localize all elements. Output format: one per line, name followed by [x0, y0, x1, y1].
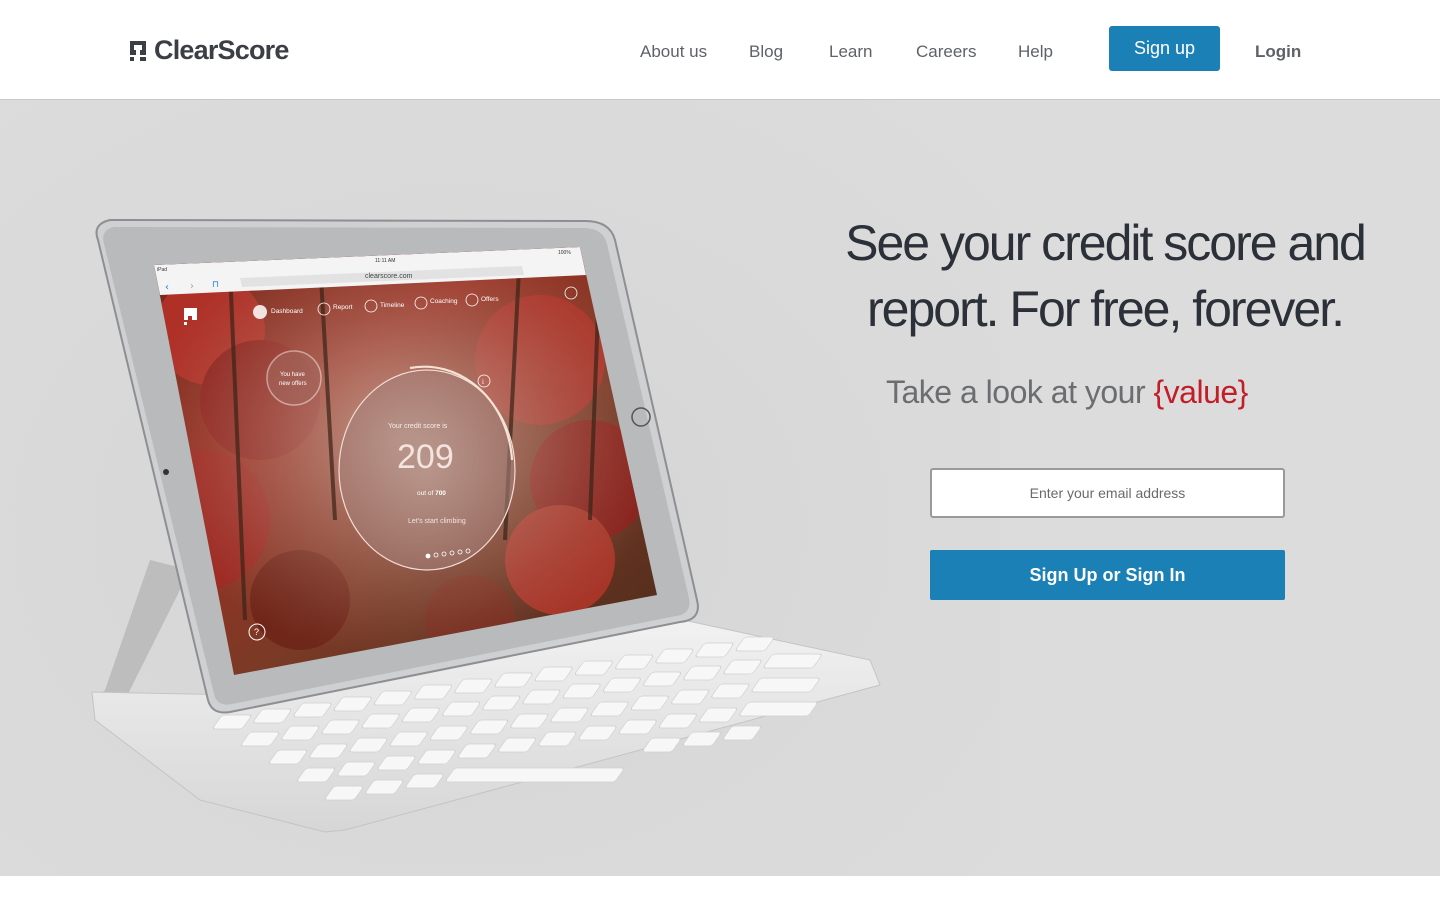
status-right: 100%: [558, 250, 571, 256]
signup-button[interactable]: Sign up: [1109, 26, 1220, 71]
svg-text:out of 700: out of 700: [417, 490, 446, 497]
app-tab-dashboard: Dashboard: [271, 308, 303, 315]
score-value: 209: [397, 438, 454, 476]
offers-bubble: [266, 350, 322, 406]
site-header: ClearScore About us Blog Learn Careers H…: [0, 0, 1440, 100]
app-tab-timeline: Timeline: [380, 302, 405, 309]
score-caption: Your credit score is: [388, 423, 448, 430]
score-max: 700: [435, 490, 446, 497]
email-input[interactable]: [930, 468, 1285, 518]
nav-help[interactable]: Help: [1018, 42, 1053, 62]
score-out-of: out of: [417, 490, 435, 497]
browser-url: clearscore.com: [365, 273, 413, 280]
status-time: 11:11 AM: [375, 258, 395, 264]
subline-prefix: Take a look at your: [886, 374, 1154, 410]
offers-bubble-line2: new offers: [279, 381, 307, 387]
browser-back-icon: ‹: [165, 282, 169, 293]
signup-signin-button[interactable]: Sign Up or Sign In: [930, 550, 1285, 600]
nav-learn[interactable]: Learn: [829, 42, 872, 62]
score-tagline: Let's start climbing: [408, 518, 466, 525]
svg-text:i: i: [482, 378, 484, 386]
hero-subline: Take a look at your {value}: [886, 374, 1248, 411]
page-bottom: [0, 876, 1440, 900]
headline-line-2: report. For free, forever.: [867, 281, 1345, 337]
app-tab-report: Report: [333, 304, 353, 311]
cover-stand: [95, 560, 190, 710]
nav-about-us[interactable]: About us: [640, 42, 707, 62]
app-tab-coaching: Coaching: [430, 298, 458, 305]
bookmarks-icon: ⊓: [212, 280, 219, 290]
nav-careers[interactable]: Careers: [916, 42, 976, 62]
hero-headline: See your credit score and report. For fr…: [830, 210, 1380, 342]
clearscore-logo-icon: [128, 39, 148, 61]
status-left: iPad: [157, 267, 167, 273]
headline-line-1: See your credit score and: [845, 215, 1367, 271]
nav-blog[interactable]: Blog: [749, 42, 783, 62]
browser-forward-icon: ›: [190, 281, 194, 292]
app-tab-offers: Offers: [481, 296, 499, 303]
brand-name: ClearScore: [154, 34, 289, 65]
brand-logo[interactable]: ClearScore: [128, 34, 289, 65]
offers-bubble-line1: You have: [280, 372, 305, 378]
camera-icon: [163, 469, 169, 475]
svg-text:?: ?: [254, 627, 259, 637]
ipad-keyboard-illustration: iPad 11:11 AM 100% clearscore.com ‹ › ⊓ …: [91, 218, 881, 833]
subline-value: {value}: [1153, 374, 1248, 410]
login-link[interactable]: Login: [1255, 42, 1301, 62]
